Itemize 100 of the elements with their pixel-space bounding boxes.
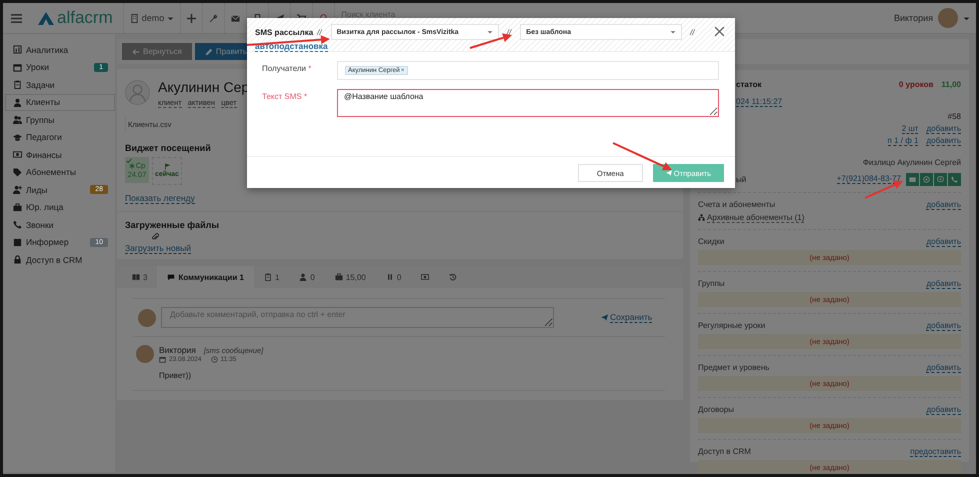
sidebar-item[interactable]: Аналитика xyxy=(5,41,115,58)
user-avatar[interactable] xyxy=(938,8,958,28)
user-icon xyxy=(299,273,308,281)
section-title: Доступ в CRM xyxy=(698,447,751,456)
user-silhouette-icon xyxy=(125,80,150,105)
add-link[interactable]: предоставить xyxy=(910,446,961,456)
check-icon xyxy=(126,158,132,164)
sitemap-icon xyxy=(698,214,705,221)
sms-text-field[interactable]: @Название шаблона xyxy=(337,89,719,117)
sidebar-label: Уроки xyxy=(26,62,49,72)
section-title: Договоры xyxy=(698,405,734,414)
arrow-left-icon xyxy=(132,48,140,56)
lessons-count: 0 уроков xyxy=(898,80,934,89)
asterisk-icon xyxy=(128,162,135,168)
paper-plane-icon xyxy=(601,314,608,321)
sidebar-item[interactable]: Звонки xyxy=(5,216,115,234)
chat-bubble-icon xyxy=(937,176,944,183)
caret-icon xyxy=(167,14,174,22)
calendar-icon xyxy=(159,356,166,363)
sidebar-item[interactable]: Финансы xyxy=(5,146,115,164)
add-link[interactable]: добавить xyxy=(926,136,961,146)
date-link[interactable]: 024 11:15:27 xyxy=(736,97,782,108)
sidebar-item[interactable]: Педагоги xyxy=(5,128,115,146)
section-title: Скидки xyxy=(698,237,724,246)
tab[interactable]: Коммуникации 1 xyxy=(157,266,254,288)
tab[interactable]: 3 xyxy=(122,266,158,288)
author-avatar xyxy=(136,345,154,363)
clock-icon xyxy=(210,356,218,363)
history-icon xyxy=(449,273,458,281)
clipboard-icon xyxy=(264,273,272,281)
money-icon xyxy=(421,273,430,281)
sidebar-item[interactable]: Абонементы xyxy=(5,164,115,181)
viber-button[interactable] xyxy=(934,172,947,186)
sidebar-label: Абонементы xyxy=(26,167,76,178)
caret-icon xyxy=(963,14,970,22)
legend-link[interactable]: Показать легенду xyxy=(125,193,195,204)
close-button[interactable] xyxy=(714,26,725,39)
sidebar-label: Информер xyxy=(26,237,69,248)
call-button[interactable] xyxy=(948,172,961,186)
close-icon xyxy=(714,26,725,37)
section-title: Счета и абонементы xyxy=(698,200,776,209)
sidebar-label: Педагоги xyxy=(26,132,62,142)
sidebar-item[interactable]: Клиенты xyxy=(5,94,115,111)
section-title: Группы xyxy=(698,279,725,288)
annotation-arrow xyxy=(470,33,512,49)
sidebar-item[interactable]: Доступ в CRM xyxy=(5,251,115,268)
caret-icon xyxy=(486,29,493,35)
briefcase-icon xyxy=(13,202,22,212)
sidebar-label: Клиенты xyxy=(26,97,60,108)
phone-icon xyxy=(951,176,958,183)
archive-link[interactable]: Архивные абонементы (1) xyxy=(707,212,804,222)
tab[interactable]: 15,00 xyxy=(324,266,376,288)
sidebar-label: Группы xyxy=(26,114,54,125)
sidebar-item[interactable]: Задачи xyxy=(5,76,115,94)
book-icon xyxy=(132,273,140,281)
sidebar-item[interactable]: Юр. лица xyxy=(5,198,115,216)
user-avatar xyxy=(138,308,156,326)
brand-name: alfacrm xyxy=(57,8,113,28)
widget-title: Виджет посещений xyxy=(125,143,212,153)
add-link[interactable]: добавить xyxy=(926,124,961,134)
sidebar-label: Аналитика xyxy=(26,44,68,55)
calendar-icon xyxy=(13,62,22,72)
annotation-arrow xyxy=(612,142,672,170)
whatsapp-button[interactable] xyxy=(920,172,933,186)
menu-icon xyxy=(11,12,22,24)
sidebar-label: Лиды xyxy=(26,184,48,195)
save-link[interactable]: Сохранить xyxy=(610,312,652,323)
flag-icon xyxy=(164,163,170,170)
building-icon xyxy=(130,14,139,22)
section-title: Регулярные уроки xyxy=(698,321,766,330)
files-title: Загруженные файлы xyxy=(125,220,220,230)
add-link[interactable]: добавить xyxy=(926,362,961,372)
comment-text: Привет)) xyxy=(159,371,192,380)
plus-icon xyxy=(187,14,196,22)
speech-bubble-icon xyxy=(167,273,176,281)
user-name: Виктория xyxy=(894,13,933,23)
tab[interactable]: 1 xyxy=(254,266,290,288)
sidebar-label: Звонки xyxy=(26,220,54,230)
sidebar-label: Задачи xyxy=(26,80,55,90)
sms-button[interactable] xyxy=(906,172,919,186)
user-icon xyxy=(13,98,22,107)
add-link[interactable]: добавить xyxy=(926,200,961,210)
sidebar-label: Финансы xyxy=(26,150,62,160)
money-icon xyxy=(13,150,22,160)
balance-label: статок xyxy=(736,80,762,89)
upload-link[interactable]: Загрузить новый xyxy=(125,243,191,254)
field-label: Текст SMS xyxy=(262,92,302,101)
sidebar-item[interactable]: Группы xyxy=(5,111,115,128)
tab[interactable]: 0 xyxy=(289,266,325,288)
wrench-icon xyxy=(209,14,218,22)
tag-icon xyxy=(13,168,22,177)
add-link[interactable]: добавить xyxy=(926,236,961,246)
section-title: Предмет и уровень xyxy=(698,363,770,372)
add-link[interactable]: добавить xyxy=(926,404,961,414)
count-link[interactable]: п 1 / ф 1 xyxy=(888,136,918,146)
branch-selector[interactable]: demo xyxy=(122,3,180,33)
count-link[interactable]: 2 шт xyxy=(902,124,918,134)
tab[interactable]: 0 xyxy=(376,266,412,288)
add-link[interactable]: добавить xyxy=(926,278,961,288)
add-link[interactable]: добавить xyxy=(926,320,961,330)
